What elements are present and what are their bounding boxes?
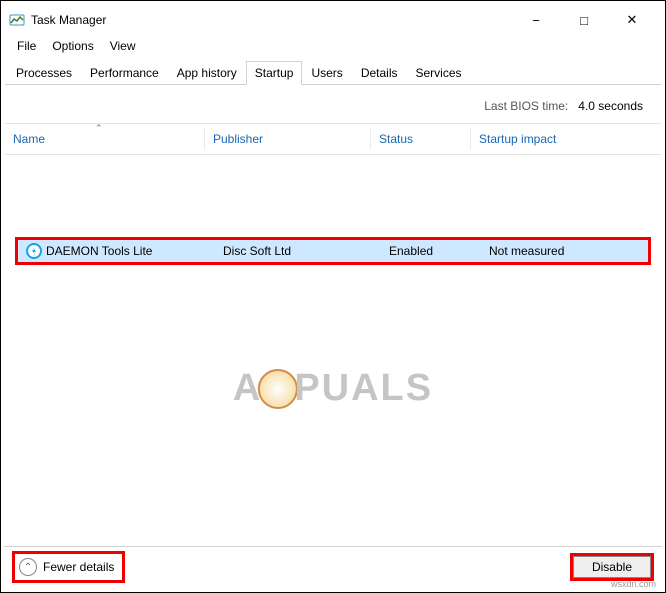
- title-bar: Task Manager − □ ✕: [5, 5, 661, 35]
- minimize-button[interactable]: −: [521, 9, 551, 31]
- sort-indicator-icon: ⌃: [95, 123, 103, 134]
- watermark-right: PUALS: [294, 367, 433, 410]
- bios-time-value: 4.0 seconds: [578, 99, 643, 113]
- disable-button[interactable]: Disable: [573, 556, 651, 578]
- footer-bar: ⌃ Fewer details Disable wsxdn.com: [4, 545, 662, 589]
- fewer-details-button[interactable]: ⌃ Fewer details: [12, 551, 125, 583]
- tab-processes[interactable]: Processes: [7, 61, 81, 84]
- highlight-annotation: DAEMON Tools Lite Disc Soft Ltd Enabled …: [15, 237, 651, 265]
- maximize-button[interactable]: □: [569, 9, 599, 31]
- tab-performance[interactable]: Performance: [81, 61, 168, 84]
- app-icon: [9, 12, 25, 28]
- tab-details[interactable]: Details: [352, 61, 407, 84]
- column-header-publisher[interactable]: Publisher: [205, 128, 371, 150]
- cell-name: DAEMON Tools Lite: [18, 243, 215, 259]
- tab-services[interactable]: Services: [407, 61, 471, 84]
- table-row[interactable]: DAEMON Tools Lite Disc Soft Ltd Enabled …: [18, 240, 648, 262]
- menu-options[interactable]: Options: [46, 37, 99, 55]
- list-body: DAEMON Tools Lite Disc Soft Ltd Enabled …: [5, 237, 661, 557]
- watermark: A PUALS: [233, 367, 433, 410]
- bios-time-row: Last BIOS time: 4.0 seconds: [5, 85, 661, 123]
- window-title: Task Manager: [31, 13, 106, 27]
- window-controls: − □ ✕: [521, 9, 657, 31]
- cell-status: Enabled: [381, 244, 481, 258]
- cell-name-text: DAEMON Tools Lite: [46, 244, 152, 258]
- disable-button-highlight: Disable: [570, 553, 654, 581]
- tab-startup[interactable]: Startup: [246, 61, 303, 85]
- close-button[interactable]: ✕: [617, 9, 647, 31]
- chevron-up-icon: ⌃: [19, 558, 37, 576]
- watermark-left: A: [233, 367, 262, 410]
- menu-view[interactable]: View: [104, 37, 142, 55]
- fewer-details-label: Fewer details: [43, 560, 114, 574]
- cell-impact: Not measured: [481, 244, 601, 258]
- cell-publisher: Disc Soft Ltd: [215, 244, 381, 258]
- bios-time-label: Last BIOS time:: [484, 99, 568, 113]
- list-header: ⌃ Name Publisher Status Startup impact: [5, 123, 661, 155]
- column-header-startup-impact[interactable]: Startup impact: [471, 128, 591, 150]
- daemon-tools-icon: [26, 243, 42, 259]
- tab-users[interactable]: Users: [302, 61, 351, 84]
- column-header-status[interactable]: Status: [371, 128, 471, 150]
- tab-app-history[interactable]: App history: [168, 61, 246, 84]
- credit-text: wsxdn.com: [611, 579, 656, 589]
- menu-bar: File Options View: [5, 35, 661, 61]
- column-header-name[interactable]: Name: [5, 128, 205, 150]
- menu-file[interactable]: File: [11, 37, 42, 55]
- watermark-logo-icon: [258, 369, 298, 409]
- tab-strip: Processes Performance App history Startu…: [5, 61, 661, 85]
